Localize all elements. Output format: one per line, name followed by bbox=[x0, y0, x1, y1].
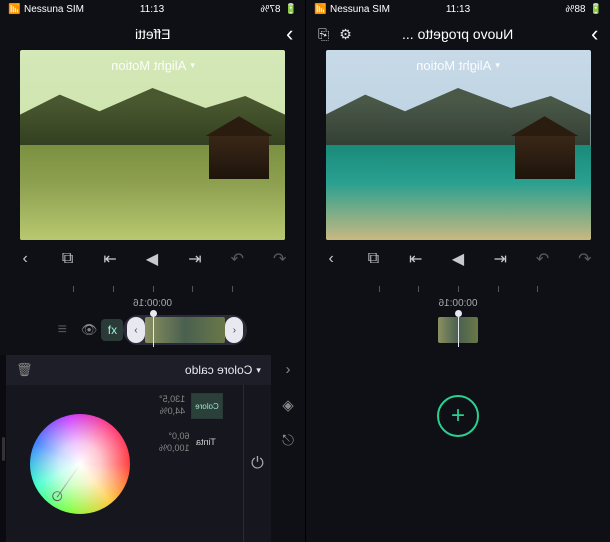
trim-handle-left[interactable]: › bbox=[127, 317, 145, 343]
collapse-icon[interactable]: › bbox=[286, 361, 291, 378]
video-clip[interactable] bbox=[145, 317, 225, 343]
layers-icon[interactable]: ⧉ bbox=[54, 250, 82, 268]
timecode-label: 00:00:16 bbox=[0, 298, 305, 309]
track-menu-icon[interactable]: ≡ bbox=[58, 321, 67, 339]
clip-track[interactable] bbox=[306, 313, 610, 347]
back-icon[interactable]: › bbox=[591, 21, 598, 47]
back-icon[interactable]: › bbox=[286, 21, 293, 47]
header-bar: ⎘ ⚙ Nuovo progetto ... › bbox=[306, 18, 610, 50]
color-wheel[interactable] bbox=[30, 414, 130, 514]
clip-track[interactable]: ≡ 👁 fx › › bbox=[0, 313, 305, 347]
layers-icon[interactable]: ⧉ bbox=[359, 250, 387, 268]
export-icon[interactable]: ⎘ bbox=[318, 26, 329, 43]
visibility-icon[interactable]: 👁 bbox=[81, 322, 98, 338]
preview-area: ▾Alight Motion bbox=[0, 50, 305, 240]
transport-bar: ‹ ⧉ ⇤ ▶ ⇥ ↶ ↷ bbox=[306, 240, 610, 278]
video-canvas[interactable]: ▾Alight Motion bbox=[326, 50, 591, 240]
playhead[interactable] bbox=[458, 313, 459, 347]
timeline[interactable]: 00:00:16 bbox=[306, 278, 610, 355]
aspect-icon[interactable]: ⎋ bbox=[282, 432, 294, 449]
keyframe-icon[interactable]: ◈ bbox=[282, 396, 294, 414]
delete-effect-icon[interactable]: 🗑 bbox=[16, 362, 33, 378]
playhead[interactable] bbox=[153, 313, 154, 347]
video-canvas[interactable]: ▾Alight Motion bbox=[20, 50, 285, 240]
fx-badge[interactable]: fx bbox=[101, 319, 123, 341]
back-chevron-icon[interactable]: ‹ bbox=[11, 250, 39, 268]
color-swatch[interactable]: Colore bbox=[191, 393, 223, 419]
effects-screen: 🔋87% 11:13 Nessuna SIM📶 Effetti › ▾Aligh… bbox=[0, 0, 305, 542]
play-icon[interactable]: ▶ bbox=[138, 249, 166, 269]
color-readout: 130,5°44,0% Colore 60,0°100,0% Tinta bbox=[153, 385, 243, 542]
effect-name[interactable]: ▾Colore caldo bbox=[185, 363, 261, 377]
status-bar: 🔋88% 11:13 Nessuna SIM📶 bbox=[306, 0, 610, 18]
watermark: ▾Alight Motion bbox=[416, 58, 500, 73]
watermark: ▾Alight Motion bbox=[111, 58, 195, 73]
panel-side-tools: › ◈ ⎋ bbox=[271, 355, 305, 542]
transport-bar: ‹ ⧉ ⇤ ▶ ⇥ ↶ ↷ bbox=[0, 240, 305, 278]
screen-title: Nuovo progetto ... bbox=[402, 26, 513, 42]
status-bar: 🔋87% 11:13 Nessuna SIM📶 bbox=[0, 0, 305, 18]
undo-icon[interactable]: ↶ bbox=[529, 249, 557, 269]
prev-frame-icon[interactable]: ⇤ bbox=[402, 249, 430, 269]
settings-icon[interactable]: ⚙ bbox=[339, 26, 352, 43]
effect-power-toggle[interactable]: ⏻ bbox=[243, 385, 271, 542]
trim-handle-right[interactable]: › bbox=[225, 317, 243, 343]
add-layer-button[interactable]: + bbox=[437, 395, 479, 437]
timecode-label: 00:00:16 bbox=[306, 298, 610, 309]
prev-frame-icon[interactable]: ⇤ bbox=[96, 249, 124, 269]
timeline[interactable]: 00:00:16 ≡ 👁 fx › › bbox=[0, 278, 305, 355]
next-frame-icon[interactable]: ⇥ bbox=[181, 249, 209, 269]
preview-area: ▾Alight Motion bbox=[306, 50, 610, 240]
redo-icon[interactable]: ↷ bbox=[266, 249, 294, 269]
next-frame-icon[interactable]: ⇥ bbox=[486, 249, 514, 269]
screen-title: Effetti bbox=[135, 26, 171, 42]
effect-panel: 🗑 ▾Colore caldo 130,5°44,0% Colore 60,0°… bbox=[0, 355, 305, 542]
play-icon[interactable]: ▶ bbox=[444, 249, 472, 269]
project-screen: 🔋88% 11:13 Nessuna SIM📶 ⎘ ⚙ Nuovo proget… bbox=[305, 0, 610, 542]
add-layer-area: + bbox=[306, 355, 610, 542]
header-bar: Effetti › bbox=[0, 18, 305, 50]
back-chevron-icon[interactable]: ‹ bbox=[317, 250, 345, 268]
undo-icon[interactable]: ↶ bbox=[223, 249, 251, 269]
redo-icon[interactable]: ↷ bbox=[571, 249, 599, 269]
